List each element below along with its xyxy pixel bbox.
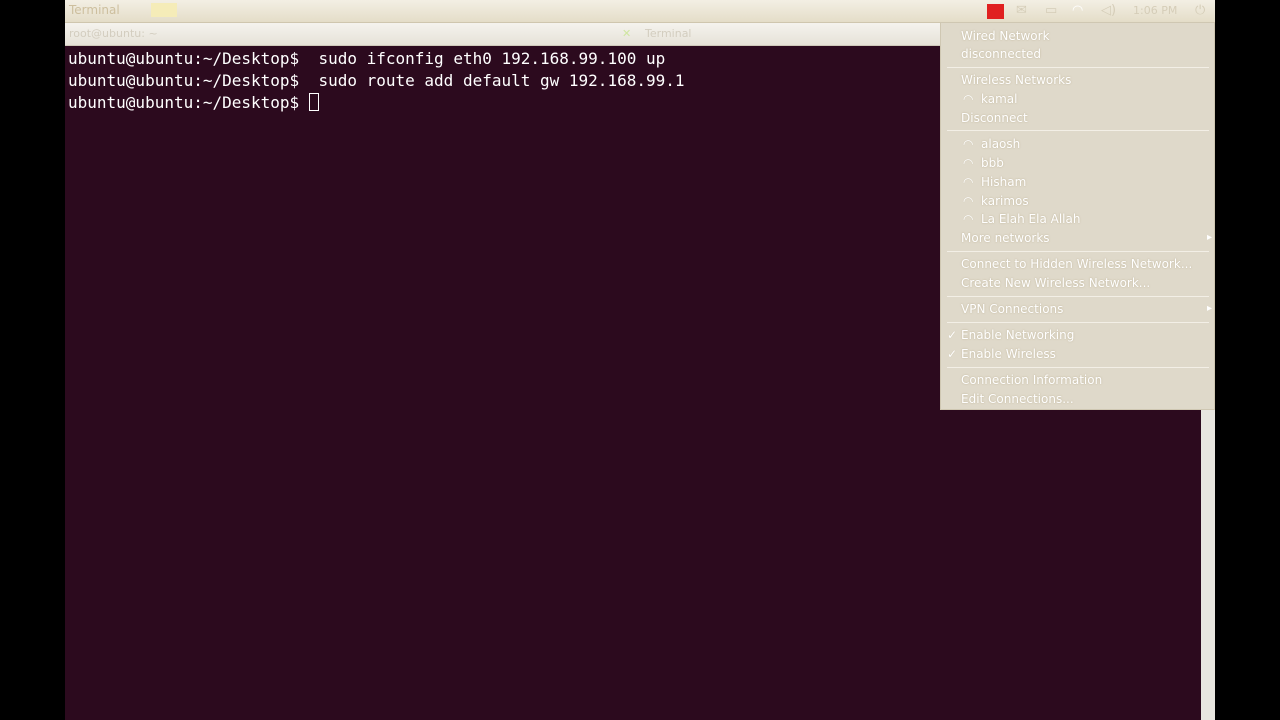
prompt: ubuntu@ubuntu:~/Desktop$ (68, 71, 300, 90)
menu-more-networks[interactable]: More networks (961, 229, 1050, 247)
wifi-signal-icon: ◠ (963, 92, 974, 106)
mail-icon[interactable]: ✉ (1016, 3, 1027, 19)
menu-separator (947, 251, 1209, 252)
submenu-arrow-icon: ▸ (1206, 303, 1212, 314)
menu-wireless-header: Wireless Networks (961, 73, 1072, 87)
menu-enable-networking[interactable]: Enable Networking (961, 326, 1074, 344)
menu-enable-wireless[interactable]: Enable Wireless (961, 345, 1056, 363)
wifi-signal-icon: ◠ (963, 212, 974, 226)
wifi-signal-icon: ◠ (963, 194, 974, 208)
command-text: sudo ifconfig eth0 192.168.99.100 up (299, 49, 666, 68)
app-name: Terminal (69, 3, 120, 17)
command-text (299, 93, 309, 112)
wifi-signal-icon: ◠ (963, 175, 974, 189)
menu-wired-status: disconnected (961, 47, 1042, 61)
menu-separator (947, 67, 1209, 68)
window-edge (1201, 410, 1215, 720)
window-icon[interactable]: ▭ (1045, 3, 1057, 19)
top-panel: Terminal ✉ ▭ ◠ ◁) 1:06 PM ⏻ (65, 0, 1215, 23)
menu-connection-info[interactable]: Connection Information (961, 371, 1102, 389)
wifi-signal-icon: ◠ (963, 156, 974, 170)
wifi-icon[interactable]: ◠ (1072, 3, 1083, 19)
clock[interactable]: 1:06 PM (1133, 3, 1177, 19)
menu-separator (947, 296, 1209, 297)
network-menu: Wired Network disconnected Wireless Netw… (940, 22, 1215, 410)
menu-network-item[interactable]: Hisham (981, 173, 1026, 191)
check-icon: ✓ (947, 328, 958, 342)
menu-network-item[interactable]: La Elah Ela Allah (981, 210, 1080, 228)
menu-network-item[interactable]: alaosh (981, 135, 1020, 153)
submenu-arrow-icon: ▸ (1206, 232, 1212, 243)
tab-terminal[interactable]: Terminal (645, 27, 692, 40)
menu-vpn[interactable]: VPN Connections (961, 300, 1063, 318)
command-text: sudo route add default gw 192.168.99.1 (299, 71, 685, 90)
menu-wired-header: Wired Network (961, 29, 1050, 43)
tab-root[interactable]: root@ubuntu: ~ (69, 27, 158, 40)
volume-icon[interactable]: ◁) (1101, 3, 1116, 19)
menu-separator (947, 322, 1209, 323)
menu-edit-connections[interactable]: Edit Connections... (961, 390, 1074, 408)
power-icon[interactable]: ⏻ (1195, 3, 1205, 19)
wifi-signal-icon: ◠ (963, 137, 974, 151)
menu-network-item[interactable]: karimos (981, 192, 1029, 210)
menu-network-connected[interactable]: kamal (981, 90, 1017, 108)
menu-disconnect[interactable]: Disconnect (961, 109, 1028, 127)
menu-network-item[interactable]: bbb (981, 154, 1004, 172)
desktop-screen: Terminal ✉ ▭ ◠ ◁) 1:06 PM ⏻ root@ubuntu:… (65, 0, 1215, 720)
check-icon: ✓ (947, 347, 958, 361)
prompt: ubuntu@ubuntu:~/Desktop$ (68, 93, 300, 112)
menu-separator (947, 130, 1209, 131)
battery-icon[interactable] (987, 4, 1004, 19)
menu-connect-hidden[interactable]: Connect to Hidden Wireless Network... (961, 255, 1192, 273)
tab-close-icon[interactable]: ✕ (622, 27, 631, 40)
menu-create-new[interactable]: Create New Wireless Network... (961, 274, 1150, 292)
app-name-highlight (151, 3, 177, 17)
prompt: ubuntu@ubuntu:~/Desktop$ (68, 49, 300, 68)
menu-separator (947, 367, 1209, 368)
cursor (308, 93, 319, 111)
